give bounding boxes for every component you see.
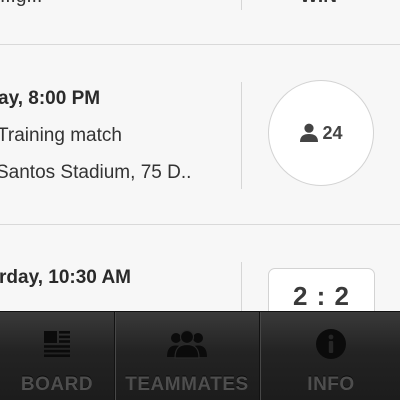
tab-teammates-label: TEAMMATES (125, 374, 249, 395)
board-icon (42, 328, 72, 360)
teammates-icon (165, 328, 209, 360)
tab-info-label: INFO (307, 374, 355, 395)
attendee-count: 24 (322, 122, 343, 143)
bottom-tab-bar: BOARD TEAMMATES INFO (0, 311, 400, 400)
match-title: Training match (0, 125, 122, 146)
attendees-indicator: 24 (299, 122, 343, 144)
match-list-screen: ...g... WIN ay, 8:00 PM Training match S… (0, 0, 400, 400)
tab-board-label: BOARD (20, 374, 94, 395)
info-icon (315, 328, 347, 360)
tab-board[interactable]: BOARD (0, 312, 114, 400)
match-location: Santos Stadium, 75 D.. (0, 162, 192, 183)
match-row-previous-text: ...g... (0, 0, 42, 8)
tab-teammates[interactable]: TEAMMATES (114, 312, 259, 400)
row-previous-divider (241, 0, 242, 10)
row-training-divider (241, 82, 242, 189)
tab-info[interactable]: INFO (259, 312, 400, 400)
match-row-previous-result: WIN (300, 0, 337, 8)
match-date: ay, 8:00 PM (0, 88, 101, 109)
row-saturday-divider (241, 262, 242, 312)
person-icon (300, 123, 319, 142)
attendees-button[interactable]: 24 (268, 80, 374, 186)
match-date: rday, 10:30 AM (0, 267, 131, 288)
match-score: 2 : 2 (292, 281, 351, 311)
match-row-previous[interactable]: ...g... WIN (0, 0, 400, 45)
